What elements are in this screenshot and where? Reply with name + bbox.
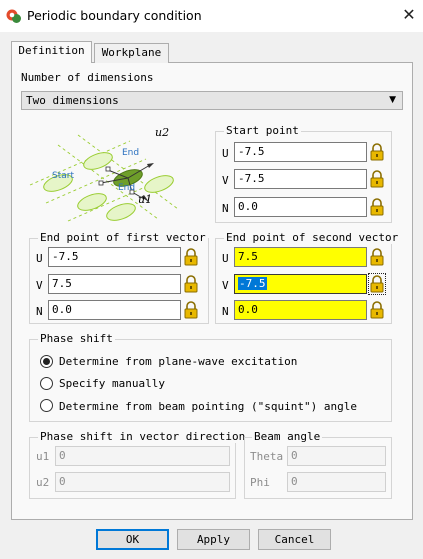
lock-icon[interactable]: [369, 169, 385, 189]
diagram-u1-label: u1: [138, 193, 152, 206]
ok-button[interactable]: OK: [96, 529, 169, 550]
phase-u1-label: u1: [36, 450, 50, 463]
first-v-field[interactable]: 7.5: [48, 274, 181, 294]
phase-u1-field[interactable]: 0: [55, 446, 230, 466]
start-v-label: V: [222, 174, 229, 187]
theta-label: Theta: [250, 450, 284, 463]
dimensions-dropdown[interactable]: Two dimensions ▼: [21, 91, 403, 110]
lock-icon[interactable]: [183, 247, 199, 267]
start-u-label: U: [222, 147, 229, 160]
second-u-label: U: [222, 252, 229, 265]
radio-specify-manually[interactable]: [40, 377, 53, 390]
first-vector-title: End point of first vector: [38, 231, 208, 244]
first-u-label: U: [36, 252, 43, 265]
phase-u2-label: u2: [36, 476, 50, 489]
second-n-label: N: [222, 305, 229, 318]
start-u-field[interactable]: -7.5: [234, 142, 367, 162]
diagram-end-top-label: End: [122, 148, 139, 158]
cst-app-icon: [6, 9, 21, 23]
lattice-diagram: u2 u1 End Start End: [29, 126, 179, 222]
second-vector-title: End point of second vector: [224, 231, 401, 244]
diagram-u2-label: u2: [155, 126, 169, 139]
apply-button[interactable]: Apply: [177, 529, 250, 550]
dimensions-label: Number of dimensions: [21, 71, 154, 84]
tab-definition[interactable]: Definition: [11, 41, 92, 63]
diagram-end-bottom-label: End: [118, 183, 135, 193]
tab-workplane[interactable]: Workplane: [94, 43, 169, 63]
second-v-label: V: [222, 279, 229, 292]
lock-icon[interactable]: [368, 273, 386, 295]
lock-icon[interactable]: [369, 197, 385, 217]
start-point-title: Start point: [224, 124, 301, 137]
beam-angle-title: Beam angle: [252, 430, 323, 443]
start-n-label: N: [222, 202, 229, 215]
first-u-field[interactable]: -7.5: [48, 247, 181, 267]
radio-beam-pointing[interactable]: [40, 399, 53, 412]
first-n-label: N: [36, 305, 43, 318]
phase-u2-field[interactable]: 0: [55, 472, 230, 492]
lock-icon[interactable]: [369, 247, 385, 267]
radio-specify-manually-label[interactable]: Specify manually: [59, 377, 165, 390]
lock-icon[interactable]: [369, 142, 385, 162]
start-v-field[interactable]: -7.5: [234, 169, 367, 189]
phase-vector-title: Phase shift in vector direction: [38, 430, 248, 443]
theta-field[interactable]: 0: [287, 446, 386, 466]
dimensions-value: Two dimensions: [26, 94, 119, 107]
phi-field[interactable]: 0: [287, 472, 386, 492]
cancel-button[interactable]: Cancel: [258, 529, 331, 550]
close-button[interactable]: ✕: [397, 4, 421, 28]
lock-icon[interactable]: [183, 300, 199, 320]
radio-beam-pointing-label[interactable]: Determine from beam pointing ("squint") …: [59, 400, 357, 413]
start-n-field[interactable]: 0.0: [234, 197, 367, 217]
first-n-field[interactable]: 0.0: [48, 300, 181, 320]
second-v-field[interactable]: -7.5: [234, 274, 367, 294]
second-v-value: -7.5: [238, 277, 267, 290]
lock-icon[interactable]: [183, 274, 199, 294]
lock-icon[interactable]: [369, 300, 385, 320]
phi-label: Phi: [250, 476, 270, 489]
second-n-field[interactable]: 0.0: [234, 300, 367, 320]
window-title: Periodic boundary condition: [27, 8, 202, 23]
second-u-field[interactable]: 7.5: [234, 247, 367, 267]
radio-plane-wave[interactable]: [40, 355, 53, 368]
phase-shift-title: Phase shift: [38, 332, 115, 345]
radio-plane-wave-label[interactable]: Determine from plane-wave excitation: [59, 355, 297, 368]
chevron-down-icon: ▼: [389, 95, 396, 105]
diagram-start-label: Start: [52, 171, 74, 181]
first-v-label: V: [36, 279, 43, 292]
